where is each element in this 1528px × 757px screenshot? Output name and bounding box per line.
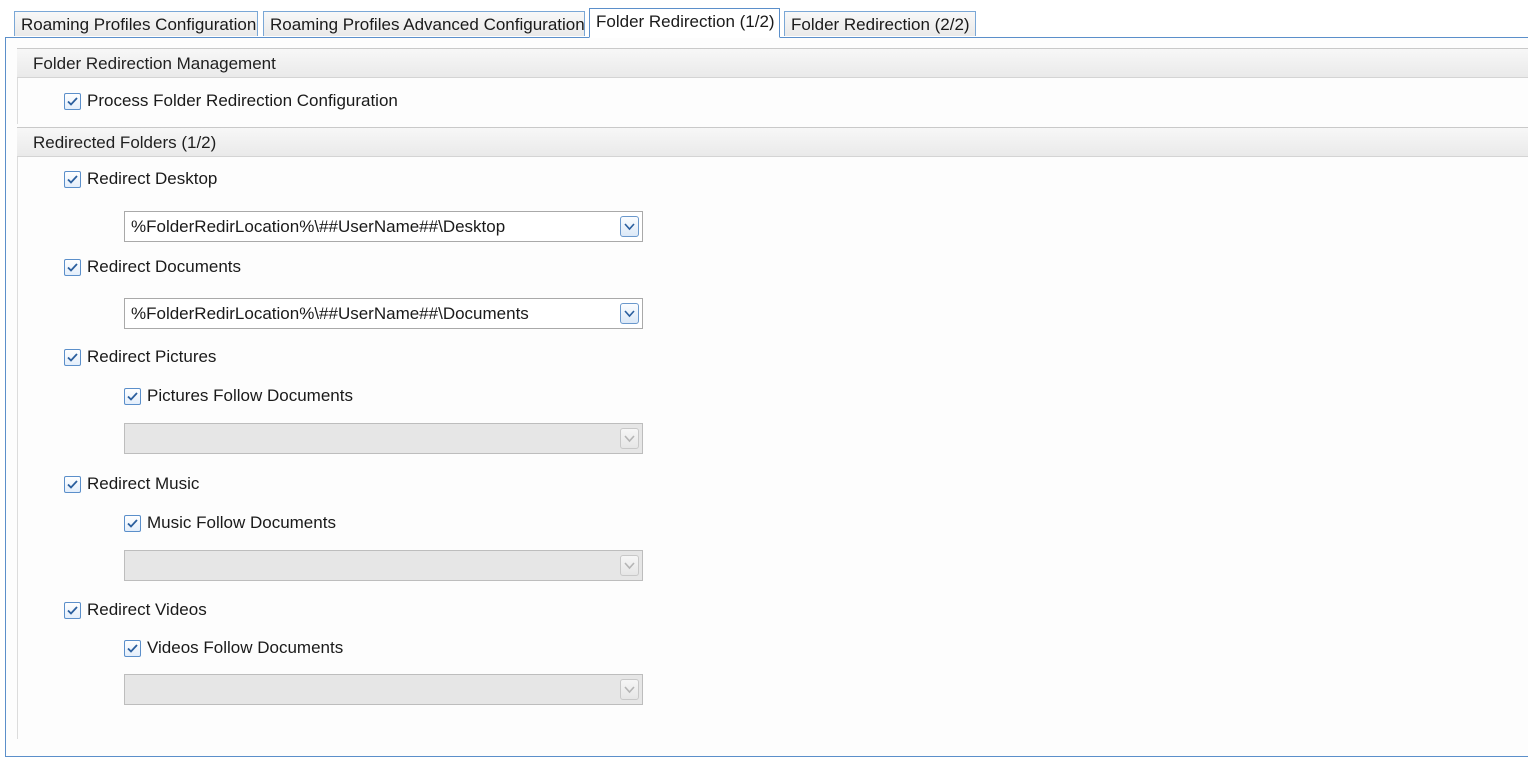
videos-path-combo[interactable] [124,674,643,705]
checkbox-checked-icon [124,514,141,532]
checkbox-checked-icon [64,92,81,110]
chevron-down-icon[interactable] [620,679,639,700]
chevron-down-icon[interactable] [620,555,639,576]
documents-path-value: %FolderRedirLocation%\##UserName##\Docum… [131,304,529,323]
music-follow-documents-checkbox[interactable]: Music Follow Documents [124,512,336,534]
music-follow-documents-label: Music Follow Documents [147,513,336,532]
redirect-desktop-checkbox[interactable]: Redirect Desktop [64,168,217,190]
tab-folder-redirection-2[interactable]: Folder Redirection (2/2) [784,11,976,36]
checkbox-checked-icon [64,348,81,366]
videos-follow-documents-checkbox[interactable]: Videos Follow Documents [124,637,343,659]
checkbox-checked-icon [64,170,81,188]
music-path-combo[interactable] [124,550,643,581]
tab-roaming-profiles-configuration[interactable]: Roaming Profiles Configuration [14,11,258,36]
checkbox-checked-icon [64,601,81,619]
documents-path-combo[interactable]: %FolderRedirLocation%\##UserName##\Docum… [124,298,643,329]
redirect-documents-checkbox[interactable]: Redirect Documents [64,256,241,278]
redirect-music-label: Redirect Music [87,474,200,493]
pictures-follow-documents-checkbox[interactable]: Pictures Follow Documents [124,385,353,407]
videos-follow-documents-label: Videos Follow Documents [147,638,344,657]
redirect-pictures-label: Redirect Pictures [87,347,217,366]
desktop-path-value: %FolderRedirLocation%\##UserName##\Deskt… [131,217,506,236]
redirect-videos-checkbox[interactable]: Redirect Videos [64,599,207,621]
pictures-follow-documents-label: Pictures Follow Documents [147,386,353,405]
checkbox-checked-icon [124,639,141,657]
group-header-redirected-folders: Redirected Folders (1/2) [17,127,1528,157]
checkbox-checked-icon [64,258,81,276]
checkbox-checked-icon [124,387,141,405]
redirect-pictures-checkbox[interactable]: Redirect Pictures [64,346,216,368]
redirect-videos-label: Redirect Videos [87,600,207,619]
tab-folder-redirection-1[interactable]: Folder Redirection (1/2) [589,8,780,38]
process-folder-redirection-label: Process Folder Redirection Configuration [87,91,398,110]
process-folder-redirection-checkbox[interactable]: Process Folder Redirection Configuration [64,90,398,112]
chevron-down-icon[interactable] [620,428,639,449]
chevron-down-icon[interactable] [620,303,639,324]
checkbox-checked-icon [64,475,81,493]
tab-roaming-profiles-advanced-configuration[interactable]: Roaming Profiles Advanced Configuration [263,11,585,36]
redirect-desktop-label: Redirect Desktop [87,169,218,188]
redirect-documents-label: Redirect Documents [87,257,242,276]
desktop-path-combo[interactable]: %FolderRedirLocation%\##UserName##\Deskt… [124,211,643,242]
pictures-path-combo[interactable] [124,423,643,454]
redirect-music-checkbox[interactable]: Redirect Music [64,473,199,495]
folder-redirection-window: Roaming Profiles Configuration Roaming P… [0,0,1528,757]
group-header-management: Folder Redirection Management [17,48,1528,78]
chevron-down-icon[interactable] [620,216,639,237]
